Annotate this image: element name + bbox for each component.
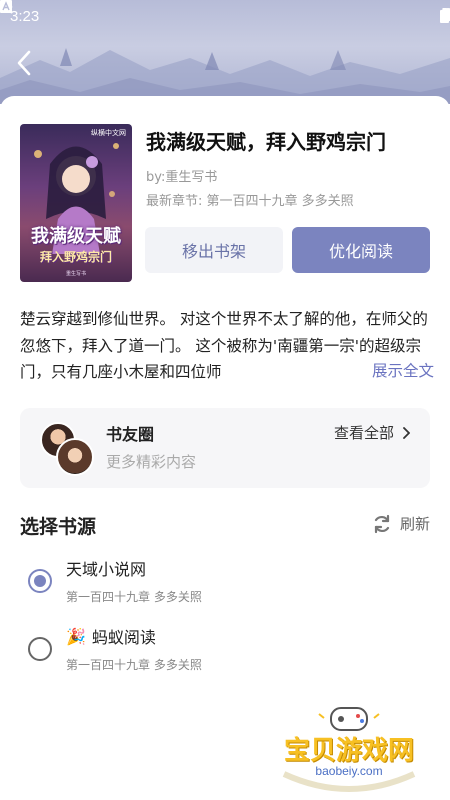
- source-chapter: 第一百四十九章 多多关照: [66, 590, 202, 604]
- chevron-left-icon: [17, 50, 31, 76]
- refresh-icon: [374, 514, 390, 533]
- header-banner: 3:23: [0, 0, 450, 104]
- font-icon: [0, 0, 12, 13]
- book-circle-card[interactable]: 书友圈 更多精彩内容 查看全部: [20, 408, 430, 488]
- book-intro: 楚云穿越到修仙世界。 对这个世界不太了解的他，在师父的忽悠下，拜入了道一门。 这…: [20, 306, 434, 386]
- watermark-text: 宝贝游戏网: [283, 736, 414, 766]
- remove-from-shelf-button[interactable]: 移出书架: [145, 227, 283, 273]
- source-label: 蚂蚁阅读: [91, 628, 156, 647]
- source-item-tianyu[interactable]: 天域小说网 第一百四十九章 多多关照: [20, 556, 430, 616]
- book-circle-title: 书友圈: [106, 425, 155, 444]
- radio-unselected[interactable]: [28, 637, 52, 661]
- source-name: 🎉 蚂蚁阅读: [66, 624, 156, 648]
- refresh-label: 刷新: [399, 515, 430, 533]
- cover-badge: 纵横中文网: [91, 129, 126, 137]
- refresh-button[interactable]: 刷新: [372, 513, 430, 534]
- watermark-logo: 宝贝游戏网 baobeiy.com: [274, 704, 424, 794]
- cover-subtitle: 拜入野鸡宗门: [39, 250, 112, 264]
- source-item-mayi[interactable]: 🎉 蚂蚁阅读 第一百四十九章 多多关照: [20, 624, 430, 684]
- avatar: [56, 438, 94, 476]
- book-title: 我满级天赋，拜入野鸡宗门: [146, 130, 386, 154]
- source-section-title: 选择书源: [20, 516, 97, 538]
- watermark-url: baobeiy.com: [315, 764, 383, 778]
- source-name: 天域小说网: [66, 556, 146, 580]
- back-button[interactable]: [16, 50, 48, 82]
- source-label: 天域小说网: [66, 560, 147, 579]
- book-circle-subtitle: 更多精彩内容: [106, 453, 197, 471]
- status-time: 3:23: [10, 7, 40, 25]
- cover-title: 我满级天赋: [31, 226, 121, 247]
- battery-icon: [440, 8, 449, 23]
- book-cover[interactable]: 纵横中文网 我满级天赋 拜入野鸡宗门 重生写书: [20, 124, 132, 282]
- expand-full-text-link[interactable]: 展示全文: [359, 357, 434, 384]
- radio-selected[interactable]: [28, 569, 52, 593]
- source-chapter: 第一百四十九章 多多关照: [66, 658, 202, 672]
- chevron-right-icon: [403, 426, 410, 439]
- cover-author: 重生写书: [65, 271, 86, 277]
- latest-chapter[interactable]: 最新章节: 第一百四十九章 多多关照: [146, 190, 354, 209]
- book-author: by:重生写书: [146, 170, 218, 185]
- view-all-label: 查看全部: [333, 424, 394, 442]
- status-bar: 3:23: [0, 0, 450, 32]
- book-detail-panel: 纵横中文网 我满级天赋 拜入野鸡宗门 重生写书 我满级天赋，拜入野鸡宗门 by:…: [0, 96, 450, 800]
- party-popper-icon: 🎉: [66, 626, 86, 646]
- optimized-read-button[interactable]: 优化阅读: [292, 227, 430, 273]
- view-all-button[interactable]: 查看全部: [334, 422, 410, 443]
